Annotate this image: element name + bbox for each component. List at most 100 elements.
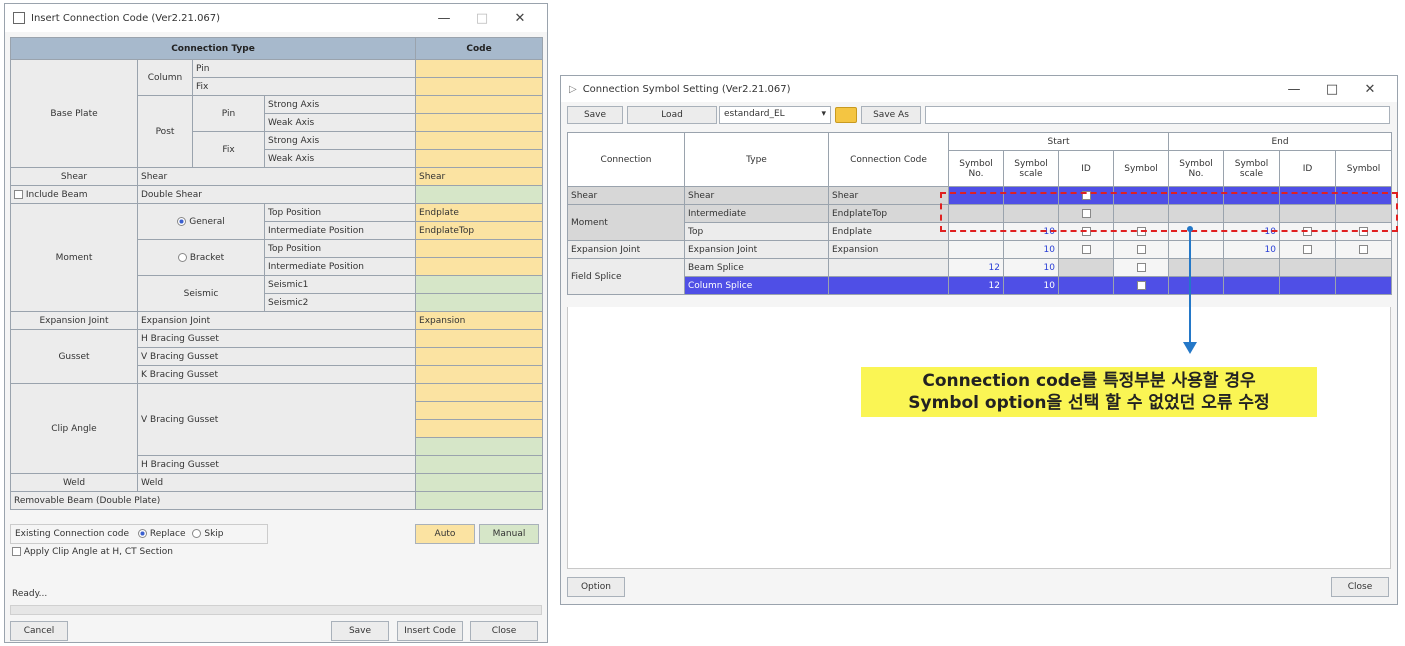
moment-label: Moment [10,203,138,312]
code-cell[interactable] [415,491,544,510]
strong-axis-label: Strong Axis [263,131,417,150]
code-cell[interactable] [415,401,544,420]
column-label: Column [137,59,193,96]
weld-label: Weld [10,473,138,492]
existing-code-group: Existing Connection code Replace Skip [10,524,268,544]
start-symbol-cell[interactable] [1113,276,1169,295]
folder-icon[interactable] [835,107,857,123]
code-cell[interactable] [415,275,544,294]
general-radio[interactable]: General [137,203,265,240]
top-position-label: Top Position [263,239,417,258]
auto-button[interactable]: Auto [415,524,475,544]
base-plate-label: Base Plate [10,59,138,168]
save-as-button[interactable]: Save As [861,106,921,124]
start-symbol-scale-cell[interactable]: 10 [1003,276,1059,295]
code-cell[interactable] [415,185,544,204]
code-cell[interactable]: EndplateTop [415,221,544,240]
minimize-button[interactable]: — [425,11,463,26]
progress-bar [10,605,542,615]
option-button[interactable]: Option [567,577,625,597]
minimize-button[interactable]: — [1275,82,1313,97]
end-symbol-cell[interactable] [1334,240,1393,259]
maximize-button[interactable]: □ [463,11,501,26]
load-button[interactable]: Load [627,106,717,124]
start-symbol-no-cell[interactable]: 12 [948,258,1004,277]
bracket-radio[interactable]: Bracket [137,239,265,276]
code-cell[interactable] [415,131,544,150]
code-cell[interactable] [415,329,544,348]
cancel-button[interactable]: Cancel [10,621,68,641]
include-beam-checkbox[interactable]: Include Beam [10,185,138,204]
file-path-field[interactable] [925,106,1390,124]
checkbox-icon [1359,244,1369,254]
col-start-symbol-scale: Symbol scale [1003,150,1059,187]
start-symbol-scale-cell[interactable]: 10 [1003,240,1059,259]
table-row-selected[interactable]: Column Splice 12 10 [568,276,1393,295]
code-cell[interactable] [415,455,544,474]
col-end-symbol-scale: Symbol scale [1223,150,1280,187]
col-end-id: ID [1279,150,1336,187]
window-title: Insert Connection Code (Ver2.21.067) [31,12,221,24]
k-bracing-gusset-label: K Bracing Gusset [136,365,417,384]
connection-cell: Expansion Joint [567,240,685,259]
code-cell[interactable] [415,257,544,276]
code-cell[interactable] [415,347,544,366]
code-cell[interactable] [415,77,544,96]
start-symbol-scale-cell[interactable]: 10 [1003,258,1059,277]
post-label: Post [137,95,193,168]
close-button[interactable]: Close [1331,577,1389,597]
manual-button[interactable]: Manual [479,524,539,544]
skip-radio[interactable]: Skip [192,529,224,539]
code-cell[interactable] [415,419,544,438]
code-cell[interactable] [415,149,544,168]
code-cell[interactable] [415,95,544,114]
expansion-joint-label: Expansion Joint [10,311,138,330]
table-row[interactable]: Expansion Joint Expansion Joint Expansio… [567,240,1393,259]
start-symbol-cell[interactable] [1113,258,1169,277]
connection-cell: Moment [567,204,685,241]
end-id-cell [1279,258,1336,277]
title-bar: ▷ Connection Symbol Setting (Ver2.21.067… [561,76,1397,102]
post-fix-label: Fix [192,131,265,168]
code-cell[interactable]: Endplate [415,203,544,222]
replace-label: Replace [149,529,186,539]
maximize-button[interactable]: □ [1313,82,1351,97]
apply-clip-angle-checkbox[interactable]: Apply Clip Angle at H, CT Section [12,547,173,557]
radio-icon [177,252,187,262]
start-symbol-no-cell[interactable] [948,240,1004,259]
start-symbol-no-cell[interactable]: 12 [948,276,1004,295]
insert-code-button[interactable]: Insert Code [397,621,463,641]
code-cell[interactable] [415,293,544,312]
code-cell[interactable] [415,437,544,456]
start-id-cell[interactable] [1058,240,1114,259]
checkbox-icon [1136,244,1146,254]
connection-cell: Shear [567,186,685,205]
col-end-symbol-no: Symbol No. [1168,150,1224,187]
close-button[interactable]: Close [470,621,538,641]
end-id-cell [1279,276,1336,295]
type-cell: Shear [684,186,829,205]
replace-radio[interactable]: Replace [137,529,186,539]
radio-selected-icon [177,216,187,226]
close-window-button[interactable]: ✕ [501,11,539,26]
window-title: Connection Symbol Setting (Ver2.21.067) [582,83,791,95]
code-cell[interactable] [415,239,544,258]
code-cell[interactable]: Expansion [415,311,544,330]
code-cell[interactable] [415,365,544,384]
end-symbol-scale-cell[interactable]: 10 [1223,240,1280,259]
code-cell[interactable] [415,59,544,78]
start-symbol-cell[interactable] [1113,240,1169,259]
template-select[interactable]: estandard_EL ▾ [719,106,831,124]
table-row[interactable]: Field Splice Beam Splice 12 10 [567,258,1393,295]
shear-code-cell[interactable]: Shear [415,167,544,186]
code-cell[interactable] [415,113,544,132]
general-label: General [189,216,225,227]
save-button[interactable]: Save [567,106,623,124]
code-cell[interactable] [415,473,544,492]
col-connection: Connection [567,132,685,187]
code-cell[interactable] [415,383,544,402]
save-button[interactable]: Save [331,621,389,641]
close-window-button[interactable]: ✕ [1351,82,1389,97]
removable-beam-label: Removable Beam (Double Plate) [9,491,417,510]
end-id-cell[interactable] [1279,240,1336,259]
